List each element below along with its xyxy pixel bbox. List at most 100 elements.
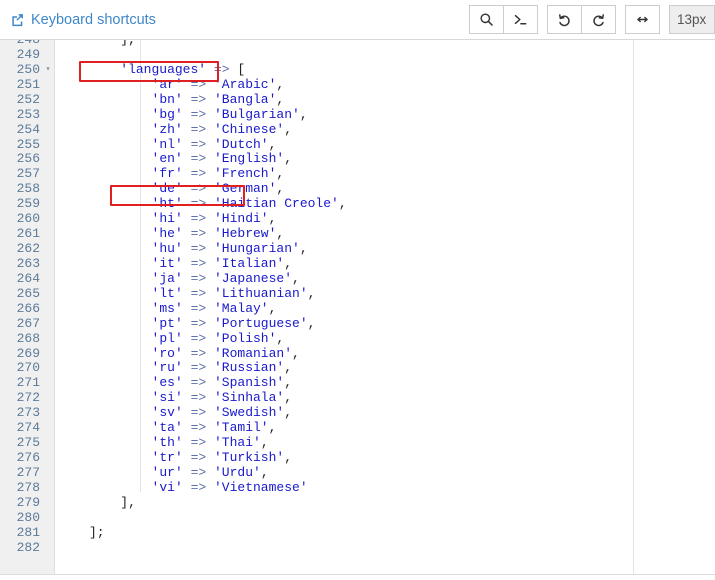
- code-line-text: ];: [55, 526, 715, 541]
- code-line-text: 'ar' => 'Arabic',: [55, 78, 715, 93]
- code-token: ,: [276, 331, 284, 346]
- code-token: =>: [191, 465, 207, 480]
- font-size-selector[interactable]: 13px: [669, 5, 715, 34]
- code-line: 250▾'languages' => [: [0, 63, 715, 78]
- code-token: [183, 450, 191, 465]
- code-token: [206, 390, 214, 405]
- line-number: 259: [0, 197, 40, 212]
- keyboard-shortcuts-label: Keyboard shortcuts: [31, 12, 156, 28]
- code-token: [183, 346, 191, 361]
- code-token: 'tr': [152, 450, 183, 465]
- code-token: =>: [191, 226, 207, 241]
- code-token: 'French': [214, 166, 276, 181]
- code-line-text: ],: [55, 496, 715, 511]
- code-line: 266'ms' => 'Malay',: [0, 302, 715, 317]
- search-button[interactable]: [469, 5, 504, 34]
- code-line-text: 'de' => 'German',: [55, 182, 715, 197]
- line-number: 253: [0, 108, 40, 123]
- code-token: ,: [261, 435, 269, 450]
- code-token: ,: [284, 450, 292, 465]
- code-token: 'ms': [152, 301, 183, 316]
- code-line: 254'zh' => 'Chinese',: [0, 123, 715, 138]
- code-token: ,: [276, 226, 284, 241]
- code-token: [206, 271, 214, 286]
- toolbar-button-groups: 13px: [469, 5, 715, 34]
- line-number: 271: [0, 376, 40, 391]
- editor-toolbar: Keyboard shortcuts: [0, 0, 715, 40]
- code-token: ,: [269, 137, 277, 152]
- console-button[interactable]: [503, 5, 538, 34]
- line-number: 258: [0, 182, 40, 197]
- editor-right-divider: [633, 40, 634, 574]
- fold-toggle-icon[interactable]: ▾: [43, 63, 53, 78]
- code-token: [206, 122, 214, 137]
- code-token: 'pl': [152, 331, 183, 346]
- code-line-text: 'es' => 'Spanish',: [55, 376, 715, 391]
- code-token: [206, 465, 214, 480]
- code-token: [183, 226, 191, 241]
- code-line: 252'bn' => 'Bangla',: [0, 93, 715, 108]
- code-token: =>: [191, 211, 207, 226]
- code-token: 'en': [152, 151, 183, 166]
- code-line: 253'bg' => 'Bulgarian',: [0, 108, 715, 123]
- code-token: 'fr': [152, 166, 183, 181]
- code-token: 'Hindi': [214, 211, 269, 226]
- line-number: 252: [0, 93, 40, 108]
- code-line: 261'he' => 'Hebrew',: [0, 227, 715, 242]
- code-line-text: 'languages' => [: [55, 63, 715, 78]
- code-token: [206, 196, 214, 211]
- line-number: 264: [0, 272, 40, 287]
- code-line-text: 'pt' => 'Portuguese',: [55, 317, 715, 332]
- undo-button[interactable]: [547, 5, 582, 34]
- redo-button[interactable]: [581, 5, 616, 34]
- code-token: ,: [284, 405, 292, 420]
- code-token: 'it': [152, 256, 183, 271]
- code-token: =>: [191, 316, 207, 331]
- code-line-text: 'nl' => 'Dutch',: [55, 138, 715, 153]
- code-token: [206, 62, 214, 77]
- code-line: 265'lt' => 'Lithuanian',: [0, 287, 715, 302]
- code-line: 262'hu' => 'Hungarian',: [0, 242, 715, 257]
- code-token: 'sv': [152, 405, 183, 420]
- line-number: 267: [0, 317, 40, 332]
- code-token: 'Japanese': [214, 271, 292, 286]
- code-token: =>: [191, 196, 207, 211]
- code-editor[interactable]: 248],249250▾'languages' => [251'ar' => '…: [0, 40, 715, 574]
- line-number: 281: [0, 526, 40, 541]
- code-token: ,: [284, 375, 292, 390]
- search-icon: [479, 12, 494, 27]
- keyboard-shortcuts-link[interactable]: Keyboard shortcuts: [10, 12, 156, 28]
- code-token: ,: [284, 360, 292, 375]
- code-line: 258 'de' => 'German',: [0, 182, 715, 197]
- code-token: =>: [191, 375, 207, 390]
- code-token: [206, 435, 214, 450]
- code-token: ,: [269, 211, 277, 226]
- wrap-button[interactable]: [625, 5, 660, 34]
- code-line: 263'it' => 'Italian',: [0, 257, 715, 272]
- code-token: 'Urdu': [214, 465, 261, 480]
- code-token: [183, 480, 191, 495]
- line-number: 275: [0, 436, 40, 451]
- code-line-text: 'ro' => 'Romanian',: [55, 347, 715, 362]
- code-token: [206, 241, 214, 256]
- code-line: 271 'es' => 'Spanish',: [0, 376, 715, 391]
- line-number: 262: [0, 242, 40, 257]
- code-line-text: 'ht' => 'Haitian Creole',: [55, 197, 715, 212]
- code-token: ,: [284, 151, 292, 166]
- code-token: 'es': [152, 375, 183, 390]
- code-token: =>: [191, 301, 207, 316]
- code-token: [183, 375, 191, 390]
- code-token: ,: [308, 316, 316, 331]
- code-token: [183, 122, 191, 137]
- code-token: ,: [276, 92, 284, 107]
- code-token: =>: [191, 450, 207, 465]
- code-token: [183, 196, 191, 211]
- line-number: 280: [0, 511, 40, 526]
- code-token: 'ru': [152, 360, 183, 375]
- code-token: =>: [191, 346, 207, 361]
- code-token: [183, 256, 191, 271]
- line-number: 272: [0, 391, 40, 406]
- code-token: 'Italian': [214, 256, 284, 271]
- code-token: ,: [276, 181, 284, 196]
- code-line-text: 'hi' => 'Hindi',: [55, 212, 715, 227]
